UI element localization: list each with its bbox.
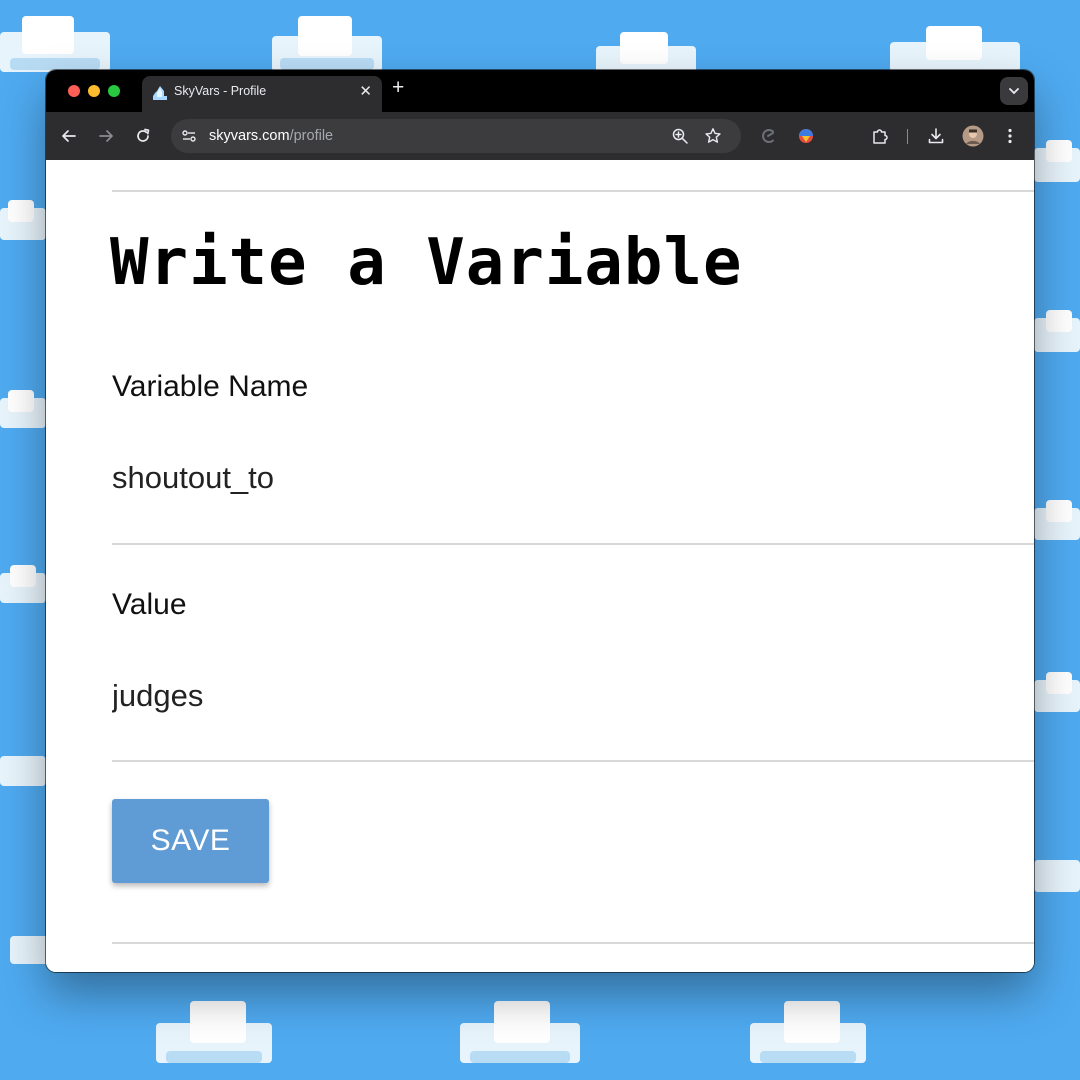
reload-icon	[137, 128, 150, 142]
url-path: /profile	[289, 128, 334, 144]
browser-menu-button[interactable]	[998, 124, 1022, 148]
zoom-icon	[672, 128, 688, 144]
new-tab-button[interactable]: +	[392, 76, 404, 100]
bookmark-star-icon	[705, 128, 721, 143]
variable-name-input[interactable]	[112, 456, 1012, 500]
page-content: Write a Variable Variable Name Value SAV…	[46, 160, 1034, 972]
browser-tab[interactable]: SkyVars - Profile ✕	[142, 76, 382, 112]
zoom-button[interactable]	[668, 124, 692, 148]
extension-c-button[interactable]	[756, 124, 780, 148]
close-tab-icon[interactable]: ✕	[359, 82, 372, 100]
browser-toolbar: skyvars.com/profile	[46, 112, 1034, 160]
minimize-window-button[interactable]	[88, 85, 100, 97]
back-button[interactable]	[57, 124, 81, 148]
menu-dots-icon	[1008, 128, 1012, 144]
chevron-down-icon	[1009, 88, 1019, 95]
bookmark-button[interactable]	[701, 124, 725, 148]
save-button[interactable]: SAVE	[112, 799, 269, 883]
url-host: skyvars.com	[209, 128, 290, 144]
address-bar[interactable]: skyvars.com/profile	[171, 119, 741, 153]
browser-window: SkyVars - Profile ✕ + skyvars.com/profil…	[46, 70, 1034, 972]
value-label: Value	[112, 588, 187, 621]
maximize-window-button[interactable]	[108, 85, 120, 97]
site-info-button[interactable]	[177, 124, 201, 148]
cloud-icon	[153, 86, 167, 100]
extension-colorful-icon	[799, 129, 813, 143]
close-window-button[interactable]	[68, 85, 80, 97]
extensions-puzzle-icon	[873, 129, 888, 144]
forward-arrow-icon	[99, 130, 113, 142]
value-underline	[112, 760, 1034, 762]
title-bar: SkyVars - Profile ✕ +	[46, 70, 1034, 112]
forward-button[interactable]	[94, 124, 118, 148]
extensions-button[interactable]	[868, 124, 892, 148]
toolbar-divider	[907, 129, 908, 144]
variable-name-label: Variable Name	[112, 370, 309, 403]
variable-name-underline	[112, 543, 1034, 545]
extension-colorful-button[interactable]	[794, 124, 818, 148]
profile-button[interactable]	[961, 124, 985, 148]
extension-c-icon	[762, 129, 774, 143]
downloads-button[interactable]	[924, 124, 948, 148]
top-divider	[112, 190, 1034, 192]
reload-button[interactable]	[131, 124, 155, 148]
profile-avatar	[962, 125, 984, 147]
tab-search-button[interactable]	[1000, 77, 1028, 105]
back-arrow-icon	[62, 130, 76, 142]
tab-title: SkyVars - Profile	[174, 84, 267, 98]
download-icon	[928, 128, 944, 144]
url-text: skyvars.com/profile	[209, 128, 333, 144]
page-title: Write a Variable	[110, 226, 743, 300]
bottom-divider	[112, 942, 1034, 944]
site-info-icon	[182, 130, 196, 142]
value-input[interactable]	[112, 674, 1012, 718]
